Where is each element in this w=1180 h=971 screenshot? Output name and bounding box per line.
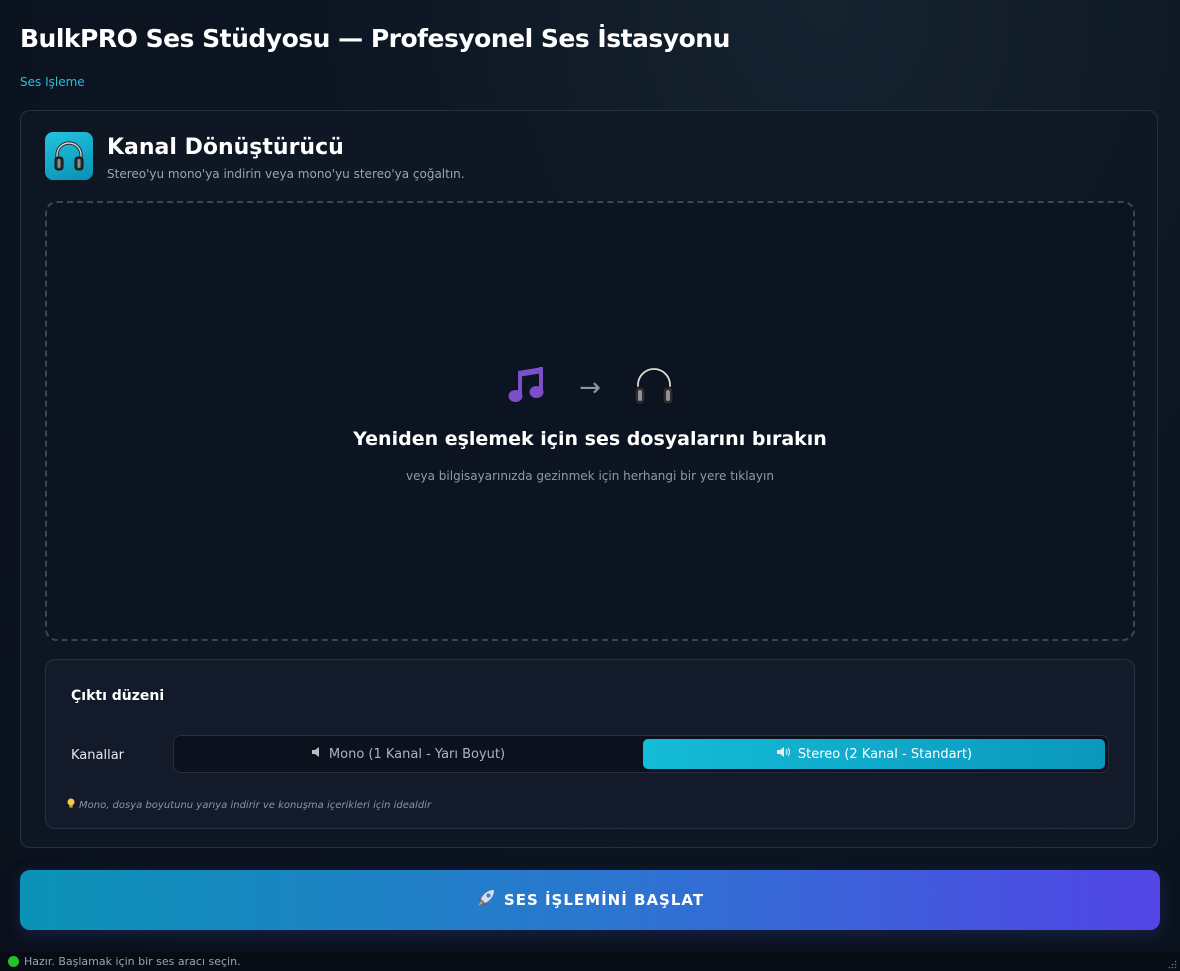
tool-subtitle: Stereo'yu mono'ya indirin veya mono'yu s… [107, 167, 465, 181]
tool-title: Kanal Dönüştürücü [107, 135, 344, 160]
tool-panel: Kanal Dönüştürücü Stereo'yu mono'ya indi… [20, 110, 1158, 848]
music-note-icon [503, 363, 549, 413]
status-text: Hazır. Başlamak için bir ses aracı seçin… [24, 955, 241, 968]
headphones-icon [631, 363, 677, 413]
channel-selector: Mono (1 Kanal - Yarı Boyut) Stereo (2 Ka… [173, 735, 1109, 773]
start-processing-button[interactable]: SES İŞLEMİNİ BAŞLAT [20, 870, 1160, 930]
stereo-option-button[interactable]: Stereo (2 Kanal - Standart) [643, 739, 1105, 769]
output-settings-card: Çıktı düzeni Kanallar Mono (1 Kanal - Ya… [45, 659, 1135, 829]
channels-label: Kanallar [71, 748, 125, 763]
speaker-high-icon [776, 745, 792, 763]
status-bar: Hazır. Başlamak için bir ses aracı seçin… [0, 952, 1180, 971]
mono-option-label: Mono (1 Kanal - Yarı Boyut) [328, 746, 506, 762]
dropzone-subtitle: veya bilgisayarınızda gezinmek için herh… [406, 469, 774, 483]
breadcrumb[interactable]: Ses Işleme [20, 75, 85, 89]
settings-hint: Mono, dosya boyutunu yarıya indirir ve k… [66, 798, 431, 812]
status-indicator [8, 956, 19, 967]
hint-text: Mono, dosya boyutunu yarıya indirir ve k… [79, 799, 432, 811]
lightbulb-icon [66, 798, 76, 812]
stereo-option-label: Stereo (2 Kanal - Standart) [797, 746, 973, 762]
file-dropzone[interactable]: → Yeniden eşlemek için ses dosyalarını b… [45, 201, 1135, 641]
rocket-icon [476, 888, 496, 912]
app-title: BulkPRO Ses Stüdyosu — Profesyonel Ses İ… [20, 24, 730, 53]
dropzone-title: Yeniden eşlemek için ses dosyalarını bır… [353, 428, 827, 450]
arrow-right-icon: → [579, 373, 601, 403]
dropzone-icons: → [47, 363, 1133, 413]
resize-grip-icon[interactable] [1167, 959, 1177, 969]
headphones-icon [45, 132, 93, 180]
mono-option-button[interactable]: Mono (1 Kanal - Yarı Boyut) [177, 739, 639, 769]
speaker-low-icon [311, 746, 323, 762]
settings-title: Çıktı düzeni [71, 688, 165, 704]
start-button-label: SES İŞLEMİNİ BAŞLAT [503, 891, 705, 909]
